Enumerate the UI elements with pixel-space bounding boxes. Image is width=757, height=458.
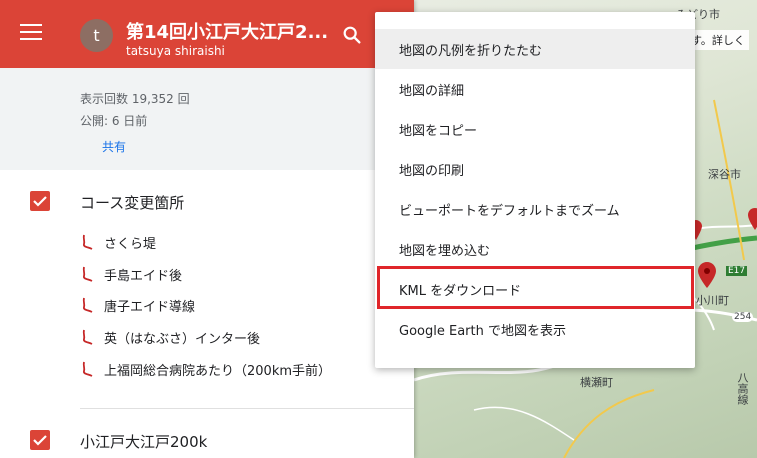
panel-header: t 第14回小江戸大江戸2... tatsuya shiraishi bbox=[0, 0, 414, 68]
route-badge-254: 254 bbox=[732, 312, 754, 322]
hamburger-menu-icon[interactable] bbox=[20, 24, 42, 42]
layer-divider bbox=[80, 408, 414, 409]
checkmark-icon bbox=[33, 196, 47, 207]
feature-item[interactable]: 上福岡総合病院あたり（200km手前） bbox=[80, 358, 331, 380]
view-count: 表示回数 19,352 回 bbox=[80, 92, 190, 106]
layer-course-changes: コース変更箇所 さくら堤 手島エイド後 唐子エイド導線 英（はなぶさ）インター後… bbox=[0, 170, 414, 410]
menu-item-google-earth[interactable]: Google Earth で地図を表示 bbox=[375, 309, 695, 349]
map-label-ogawa: 小川町 bbox=[696, 294, 729, 307]
kml-highlight-box bbox=[377, 266, 694, 309]
search-icon[interactable] bbox=[341, 24, 363, 46]
feature-label: 唐子エイド導線 bbox=[104, 299, 196, 315]
map-options-menu: 地図の凡例を折りたたむ 地図の詳細 地図をコピー 地図の印刷 ビューポートをデフ… bbox=[375, 12, 695, 368]
map-title: 第14回小江戸大江戸2... bbox=[126, 22, 329, 43]
checkmark-icon bbox=[33, 435, 47, 446]
feature-item[interactable]: 英（はなぶさ）インター後 bbox=[80, 326, 260, 348]
feature-item[interactable]: 手島エイド後 bbox=[80, 263, 182, 285]
menu-item-embed-map[interactable]: 地図を埋め込む bbox=[375, 229, 695, 269]
menu-item-map-details[interactable]: 地図の詳細 bbox=[375, 69, 695, 109]
feature-item[interactable]: 唐子エイド導線 bbox=[80, 294, 195, 316]
menu-item-collapse-legend[interactable]: 地図の凡例を折りたたむ bbox=[375, 29, 695, 69]
map-label-hachiko: 八高線 bbox=[736, 372, 749, 405]
route-line-icon bbox=[82, 361, 93, 377]
route-line-icon bbox=[82, 297, 93, 313]
layer-checkbox[interactable] bbox=[30, 191, 50, 211]
published-date: 公開: 6 日前 bbox=[80, 114, 148, 128]
map-label-yokoze: 横瀬町 bbox=[580, 376, 613, 389]
feature-label: さくら堤 bbox=[104, 236, 157, 252]
layer-checkbox[interactable] bbox=[30, 430, 50, 450]
layer-title: 小江戸大江戸200k bbox=[80, 433, 208, 451]
layer-title: コース変更箇所 bbox=[80, 194, 185, 212]
menu-item-zoom-default[interactable]: ビューポートをデフォルトまでズーム bbox=[375, 189, 695, 229]
share-link[interactable]: 共有 bbox=[102, 138, 126, 155]
route-badge-e17: E17 bbox=[726, 266, 748, 276]
map-pin-3[interactable] bbox=[748, 208, 757, 230]
map-stats: 表示回数 19,352 回 公開: 6 日前 共有 bbox=[0, 68, 414, 170]
menu-item-copy-map[interactable]: 地図をコピー bbox=[375, 109, 695, 149]
menu-item-print-map[interactable]: 地図の印刷 bbox=[375, 149, 695, 189]
route-line-icon bbox=[82, 329, 93, 345]
feature-label: 上福岡総合病院あたり（200km手前） bbox=[104, 363, 332, 379]
map-legend-panel: t 第14回小江戸大江戸2... tatsuya shiraishi 表示回数 … bbox=[0, 0, 414, 458]
avatar[interactable]: t bbox=[80, 19, 113, 52]
feature-label: 英（はなぶさ）インター後 bbox=[104, 331, 261, 347]
map-owner: tatsuya shiraishi bbox=[126, 44, 225, 58]
feature-item[interactable]: さくら堤 bbox=[80, 231, 156, 253]
layer-main-route: 小江戸大江戸200k bbox=[0, 410, 414, 458]
route-line-icon bbox=[82, 266, 93, 282]
map-pin-1[interactable] bbox=[698, 262, 716, 288]
feature-label: 手島エイド後 bbox=[104, 268, 183, 284]
map-label-fukaya: 深谷市 bbox=[708, 168, 741, 181]
route-line-icon bbox=[82, 234, 93, 250]
